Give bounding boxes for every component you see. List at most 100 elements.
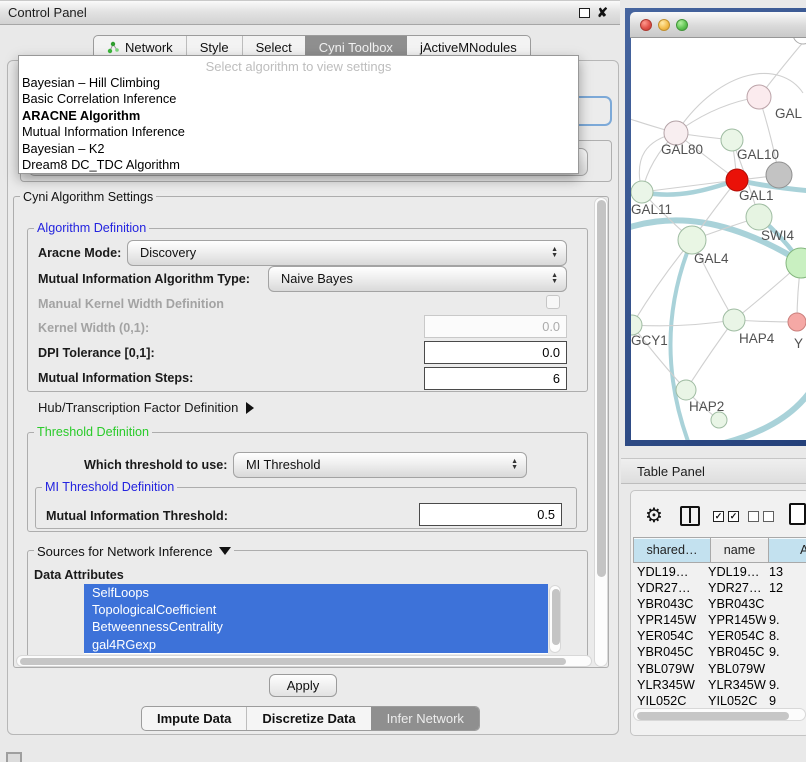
- dpi-tolerance-field[interactable]: 0.0: [424, 341, 567, 364]
- table-cell: YPR145W: [708, 612, 766, 628]
- table-row[interactable]: YDL19…YDL19…13: [633, 564, 806, 580]
- hub-definition-expander[interactable]: Hub/Transcription Factor Definition: [38, 400, 254, 415]
- table-cell: YDL19…: [708, 564, 766, 580]
- node-swi4-label: SWI4: [761, 228, 794, 243]
- table-cell: 9.: [766, 677, 804, 693]
- node-gcy1[interactable]: [631, 315, 642, 335]
- unselect-columns-icon[interactable]: [763, 511, 774, 522]
- tab-infer-network[interactable]: Infer Network: [371, 707, 479, 730]
- apply-button[interactable]: Apply: [269, 674, 337, 697]
- mi-steps-label: Mutual Information Steps:: [38, 371, 193, 385]
- cyni-bottom-tabbar: Impute DataDiscretize DataInfer Network: [141, 706, 480, 731]
- node-pink-right[interactable]: [788, 313, 806, 331]
- algorithm-option[interactable]: Bayesian – K2: [19, 141, 578, 157]
- minimize-traffic-light-icon[interactable]: [658, 19, 670, 31]
- column-header[interactable]: A: [769, 537, 806, 563]
- table-cell: [766, 596, 804, 612]
- attribute-item[interactable]: TopologicalCoefficient: [84, 601, 548, 618]
- table-cell: YBR043C: [633, 596, 708, 612]
- attributes-list-scrollbar[interactable]: [549, 585, 561, 653]
- node-hap2[interactable]: [676, 380, 696, 400]
- table-cell: YLR345W: [633, 677, 708, 693]
- node-hap4[interactable]: [723, 309, 745, 331]
- sources-expander[interactable]: Sources for Network Inference: [34, 544, 234, 559]
- algorithm-option[interactable]: Bayesian – Hill Climbing: [19, 75, 578, 91]
- network-canvas[interactable]: GALGAL80GAL10GAL1GAL11SWI4GAL4GCY1HAP4YH…: [631, 38, 806, 440]
- algorithm-option[interactable]: Basic Correlation Inference: [19, 91, 578, 107]
- select-columns-icon[interactable]: ✓: [728, 511, 739, 522]
- split-columns-icon[interactable]: [680, 506, 700, 526]
- close-traffic-light-icon[interactable]: [640, 19, 652, 31]
- node-gal-partial-label: GAL: [775, 106, 803, 121]
- table-panel-title: Table Panel: [637, 459, 705, 484]
- node-gal4[interactable]: [678, 226, 706, 254]
- column-header[interactable]: shared…: [633, 537, 711, 563]
- mi-type-combobox[interactable]: Naive Bayes ▲▼: [268, 266, 567, 292]
- kernel-width-field[interactable]: 0.0: [424, 315, 567, 338]
- node-gray[interactable]: [766, 162, 792, 188]
- table-cell: YBL079W: [708, 661, 766, 677]
- data-attributes-list: SelfLoopsTopologicalCoefficientBetweenne…: [84, 584, 548, 654]
- mi-threshold-field[interactable]: 0.5: [419, 503, 562, 526]
- attribute-item[interactable]: gal4RGexp: [84, 636, 548, 653]
- dpi-tolerance-label: DPI Tolerance [0,1]:: [38, 346, 155, 360]
- minimized-palette-icon[interactable]: [6, 752, 22, 762]
- network-edge[interactable]: [632, 320, 734, 326]
- tab-discretize-data[interactable]: Discretize Data: [246, 707, 370, 730]
- node-bottom[interactable]: [711, 412, 727, 428]
- node-gal-partial[interactable]: [747, 85, 771, 109]
- select-columns-icon[interactable]: ✓: [713, 511, 724, 522]
- combo-stepper-icon: ▲▼: [511, 453, 518, 477]
- table-row[interactable]: YDR27…YDR27…12: [633, 580, 806, 596]
- settings-vertical-scrollbar[interactable]: [594, 197, 608, 667]
- node-below-gal1[interactable]: [746, 204, 772, 230]
- float-window-icon[interactable]: [579, 8, 590, 18]
- zoom-traffic-light-icon[interactable]: [676, 19, 688, 31]
- unselect-columns-icon[interactable]: [748, 511, 759, 522]
- column-header[interactable]: name: [711, 537, 769, 563]
- manual-kernel-checkbox[interactable]: [546, 295, 560, 309]
- table-row[interactable]: YBR043CYBR043C: [633, 596, 806, 612]
- network-edge[interactable]: [676, 97, 759, 133]
- settings-horizontal-scrollbar[interactable]: [16, 655, 592, 667]
- algorithm-definition-title: Algorithm Definition: [34, 221, 149, 235]
- table-row[interactable]: YBL079WYBL079W: [633, 661, 806, 677]
- node-top-partial[interactable]: [793, 38, 806, 44]
- algorithm-option[interactable]: Dream8 DC_TDC Algorithm: [19, 157, 578, 173]
- mi-threshold-group-title: MI Threshold Definition: [42, 480, 177, 494]
- table-row[interactable]: YLR345WYLR345W9.: [633, 677, 806, 693]
- network-edge[interactable]: [721, 393, 806, 440]
- network-edge[interactable]: [676, 73, 803, 133]
- table-row[interactable]: YER054CYER054C8.: [633, 628, 806, 644]
- table-row[interactable]: YIL052CYIL052C9: [633, 693, 806, 707]
- table-cell: YDR27…: [633, 580, 708, 596]
- attribute-item[interactable]: BetweennessCentrality: [84, 618, 548, 635]
- mi-steps-field[interactable]: 6: [424, 367, 567, 390]
- aracne-mode-combobox[interactable]: Discovery ▲▼: [127, 240, 567, 266]
- which-threshold-combobox[interactable]: MI Threshold ▲▼: [233, 452, 527, 478]
- document-icon[interactable]: [789, 503, 806, 525]
- node-gal11-label: GAL11: [631, 202, 672, 217]
- table-row[interactable]: YPR145WYPR145W9.: [633, 612, 806, 628]
- which-threshold-value: MI Threshold: [246, 457, 320, 472]
- algorithm-option[interactable]: ARACNE Algorithm: [19, 108, 578, 124]
- threshold-definition-title: Threshold Definition: [34, 425, 152, 439]
- network-icon: [107, 41, 120, 54]
- network-edge[interactable]: [632, 240, 692, 325]
- settings-gear-icon[interactable]: ⚙: [645, 503, 663, 528]
- node-gal11[interactable]: [631, 181, 653, 203]
- close-icon[interactable]: ✘: [597, 3, 608, 23]
- network-edge[interactable]: [686, 320, 734, 390]
- table-cell: YER054C: [708, 628, 766, 644]
- table-row[interactable]: YBR045CYBR045C9.: [633, 644, 806, 660]
- table-cell: YDL19…: [633, 564, 708, 580]
- network-window-titlebar[interactable]: [630, 12, 806, 38]
- table-horizontal-scrollbar[interactable]: [633, 708, 806, 721]
- control-panel-title: Control Panel: [8, 1, 87, 25]
- attribute-item[interactable]: SelfLoops: [84, 584, 548, 601]
- mi-threshold-label: Mutual Information Threshold:: [46, 509, 228, 523]
- table-cell: YIL052C: [633, 693, 708, 707]
- algorithm-option[interactable]: Mutual Information Inference: [19, 124, 578, 140]
- tab-impute-data[interactable]: Impute Data: [142, 707, 246, 730]
- which-threshold-label: Which threshold to use:: [84, 458, 227, 472]
